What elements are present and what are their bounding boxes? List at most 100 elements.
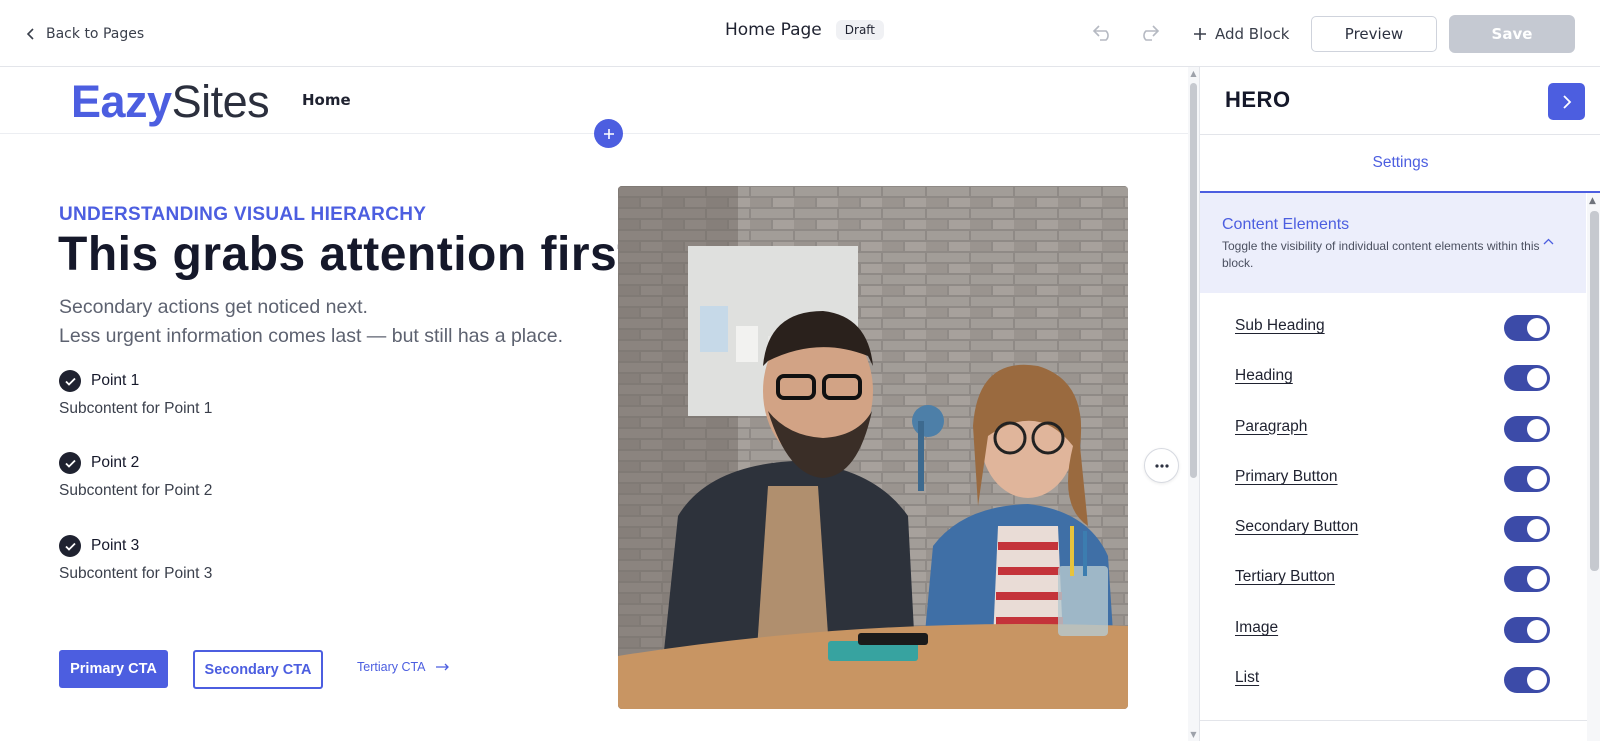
point-title: Point 2 bbox=[91, 454, 140, 471]
section-description: Toggle the visibility of individual cont… bbox=[1222, 239, 1540, 270]
point-subcontent: Subcontent for Point 1 bbox=[59, 400, 213, 417]
block-settings-panel: HERO Settings Content Elements Toggle th… bbox=[1199, 67, 1600, 741]
visibility-toggle[interactable] bbox=[1504, 566, 1550, 593]
logo-part-sites: Sites bbox=[171, 76, 270, 127]
primary-cta-button[interactable]: Primary CTA bbox=[59, 650, 168, 688]
redo-icon bbox=[1143, 25, 1160, 41]
undo-icon bbox=[1092, 25, 1109, 41]
redo-button[interactable] bbox=[1136, 20, 1162, 46]
panel-scroll-thumb[interactable] bbox=[1590, 211, 1599, 571]
chevron-up-icon[interactable] bbox=[1540, 233, 1556, 249]
scroll-up-arrow-icon[interactable]: ▲ bbox=[1189, 69, 1198, 78]
element-row-heading: Heading bbox=[1200, 343, 1586, 393]
panel-header: HERO bbox=[1200, 67, 1600, 135]
visibility-toggle[interactable] bbox=[1504, 465, 1550, 492]
check-circle-icon bbox=[59, 370, 81, 392]
hero-heading[interactable]: This grabs attention first bbox=[58, 227, 634, 282]
element-label[interactable]: Primary Button bbox=[1235, 468, 1338, 486]
divider bbox=[1200, 720, 1587, 721]
section-title: Content Elements bbox=[1222, 216, 1350, 233]
chevron-right-icon bbox=[1562, 94, 1571, 109]
preview-button[interactable]: Preview bbox=[1311, 16, 1437, 52]
add-block-button[interactable]: Add Block bbox=[1193, 22, 1289, 46]
hero-sub-heading[interactable]: UNDERSTANDING VISUAL HIERARCHY bbox=[59, 204, 426, 226]
hero-paragraph[interactable]: Secondary actions get noticed next. Less… bbox=[59, 293, 563, 351]
element-row-secondary-button: Secondary Button bbox=[1200, 494, 1586, 544]
toggle-knob bbox=[1527, 519, 1547, 540]
canvas-scroll-thumb[interactable] bbox=[1190, 83, 1197, 478]
element-label[interactable]: Tertiary Button bbox=[1235, 568, 1335, 586]
panel-scrollbar[interactable]: ▲ bbox=[1587, 193, 1600, 741]
hero-photo-illustration bbox=[618, 186, 1128, 709]
page-title: Home Page bbox=[725, 20, 822, 40]
scroll-up-arrow-icon[interactable]: ▲ bbox=[1589, 196, 1596, 206]
visibility-toggle[interactable] bbox=[1504, 365, 1550, 392]
chevron-left-icon bbox=[26, 28, 34, 40]
list-item[interactable]: Point 1 Subcontent for Point 1 bbox=[59, 370, 212, 418]
visibility-toggle[interactable] bbox=[1504, 516, 1550, 543]
tab-settings[interactable]: Settings bbox=[1200, 135, 1600, 191]
undo-button[interactable] bbox=[1090, 20, 1116, 46]
editor-topbar: Back to Pages Home Page Draft Add Block … bbox=[0, 0, 1600, 67]
point-title: Point 1 bbox=[91, 372, 140, 389]
add-block-label: Add Block bbox=[1215, 25, 1290, 43]
block-more-options-button[interactable] bbox=[1144, 448, 1179, 483]
tertiary-cta-label: Tertiary CTA bbox=[357, 660, 426, 674]
arrow-right-icon bbox=[435, 663, 449, 671]
element-row-image: Image bbox=[1200, 595, 1586, 645]
point-subcontent: Subcontent for Point 3 bbox=[59, 565, 213, 582]
visibility-toggle[interactable] bbox=[1504, 415, 1550, 442]
paragraph-line-2: Less urgent information comes last — but… bbox=[59, 325, 563, 347]
panel-title: HERO bbox=[1225, 87, 1291, 112]
logo-part-eazy: Eazy bbox=[71, 76, 172, 127]
element-label[interactable]: Sub Heading bbox=[1235, 317, 1325, 335]
tertiary-cta-link[interactable]: Tertiary CTA bbox=[357, 660, 450, 674]
toggle-knob bbox=[1527, 318, 1547, 338]
back-label: Back to Pages bbox=[46, 26, 145, 42]
toggle-knob bbox=[1527, 569, 1547, 590]
nav-home-link[interactable]: Home bbox=[302, 91, 351, 109]
toggle-knob bbox=[1527, 418, 1547, 439]
list-item[interactable]: Point 3 Subcontent for Point 3 bbox=[59, 535, 212, 583]
element-label[interactable]: Heading bbox=[1235, 367, 1293, 385]
element-row-list: List bbox=[1200, 645, 1586, 695]
page-title-group: Home Page Draft bbox=[725, 20, 885, 40]
content-elements-list: Sub Heading Heading Paragraph Primary Bu… bbox=[1200, 293, 1586, 695]
element-label[interactable]: List bbox=[1235, 669, 1259, 687]
collapse-panel-button[interactable] bbox=[1548, 83, 1585, 120]
plus-icon bbox=[603, 128, 614, 139]
element-row-primary-button: Primary Button bbox=[1200, 444, 1586, 494]
scroll-down-arrow-icon[interactable]: ▼ bbox=[1189, 730, 1198, 739]
save-button[interactable]: Save bbox=[1449, 15, 1575, 53]
visibility-toggle[interactable] bbox=[1504, 616, 1550, 643]
secondary-cta-button[interactable]: Secondary CTA bbox=[193, 650, 323, 689]
element-label[interactable]: Image bbox=[1235, 619, 1278, 637]
back-to-pages-link[interactable]: Back to Pages bbox=[24, 22, 144, 46]
element-row-paragraph: Paragraph bbox=[1200, 394, 1586, 444]
content-elements-section-header[interactable]: Content Elements Toggle the visibility o… bbox=[1200, 193, 1586, 293]
element-label[interactable]: Secondary Button bbox=[1235, 518, 1358, 536]
visibility-toggle[interactable] bbox=[1504, 667, 1550, 694]
plus-icon bbox=[1194, 28, 1206, 40]
check-circle-icon bbox=[59, 452, 81, 474]
point-subcontent: Subcontent for Point 2 bbox=[59, 482, 213, 499]
hero-image[interactable] bbox=[618, 186, 1128, 709]
status-badge: Draft bbox=[835, 20, 885, 40]
point-title: Point 3 bbox=[91, 537, 140, 554]
list-item[interactable]: Point 2 Subcontent for Point 2 bbox=[59, 452, 212, 500]
ellipsis-icon bbox=[1154, 463, 1169, 468]
toggle-knob bbox=[1527, 468, 1547, 489]
paragraph-line-1: Secondary actions get noticed next. bbox=[59, 296, 368, 318]
add-section-button[interactable] bbox=[594, 119, 623, 148]
visibility-toggle[interactable] bbox=[1504, 315, 1550, 341]
toggle-knob bbox=[1527, 368, 1547, 389]
check-circle-icon bbox=[59, 535, 81, 557]
panel-tabs: Settings bbox=[1200, 135, 1600, 193]
element-row-tertiary-button: Tertiary Button bbox=[1200, 544, 1586, 594]
page-canvas: EazySites Home UNDERSTANDING VISUAL HIER… bbox=[0, 67, 1188, 741]
element-label[interactable]: Paragraph bbox=[1235, 418, 1307, 436]
site-logo: EazySites bbox=[71, 75, 270, 128]
toggle-knob bbox=[1527, 670, 1547, 691]
site-header: EazySites Home bbox=[0, 67, 1188, 134]
canvas-scrollbar[interactable]: ▲ ▼ bbox=[1188, 67, 1199, 741]
